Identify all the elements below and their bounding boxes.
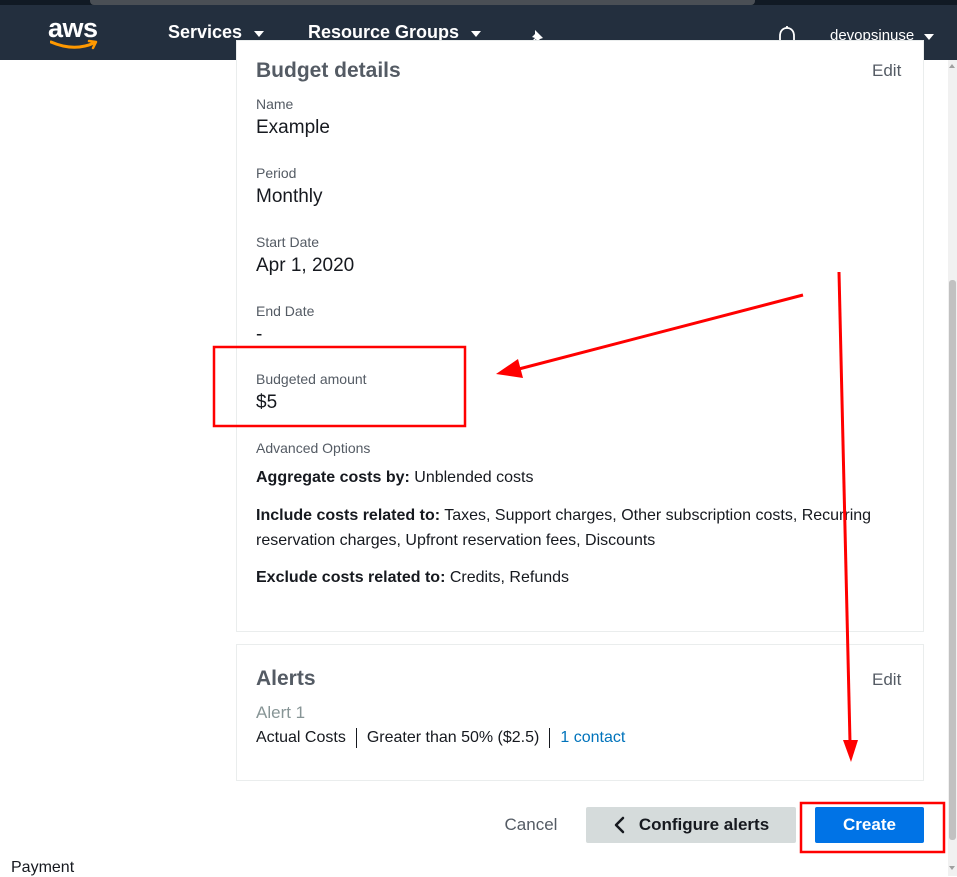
- aws-logo[interactable]: aws: [48, 14, 102, 52]
- include-costs-line: Include costs related to: Taxes, Support…: [256, 503, 916, 553]
- alerts-title: Alerts: [256, 667, 316, 690]
- aggregate-costs-label: Aggregate costs by:: [256, 469, 410, 486]
- include-costs-label: Include costs related to:: [256, 507, 441, 524]
- divider: [549, 728, 551, 748]
- scroll-up-icon[interactable]: [949, 64, 955, 68]
- alert-contacts-link[interactable]: 1 contact: [560, 729, 625, 747]
- budget-details-title: Budget details: [256, 59, 401, 82]
- alert-name: Alert 1: [256, 703, 306, 722]
- scroll-down-icon[interactable]: [949, 866, 955, 870]
- exclude-costs-label: Exclude costs related to:: [256, 569, 446, 586]
- aws-smile-icon: [50, 39, 98, 50]
- budgeted-amount-value: $5: [256, 392, 278, 413]
- advanced-options-label: Advanced Options: [256, 440, 371, 456]
- alerts-panel: Alerts Edit Alert 1 Actual Costs Greater…: [236, 644, 924, 781]
- chevron-down-icon: [471, 31, 482, 37]
- start-date-value: Apr 1, 2020: [256, 255, 355, 276]
- alert-threshold: Greater than 50% ($2.5): [366, 729, 540, 746]
- alerts-edit-link[interactable]: Edit: [872, 670, 901, 690]
- chevron-down-icon: [254, 31, 265, 37]
- page-scrollbar[interactable]: [948, 60, 957, 876]
- name-label: Name: [256, 96, 294, 112]
- services-label: Services: [168, 22, 243, 42]
- divider: [355, 728, 357, 748]
- alert-cost-type: Actual Costs: [256, 729, 346, 746]
- configure-alerts-label: Configure alerts: [638, 815, 770, 834]
- exclude-costs-line: Exclude costs related to: Credits, Refun…: [256, 565, 916, 590]
- aggregate-costs-value: Unblended costs: [414, 469, 534, 486]
- alert-summary-row: Actual Costs Greater than 50% ($2.5) 1 c…: [256, 728, 625, 748]
- period-label: Period: [256, 165, 297, 181]
- period-value: Monthly: [256, 186, 323, 207]
- scrollbar-thumb[interactable]: [949, 280, 956, 840]
- chevron-left-icon: [614, 816, 625, 834]
- sidebar-item-payment[interactable]: Payment: [11, 859, 74, 877]
- cancel-button[interactable]: Cancel: [488, 807, 574, 843]
- exclude-costs-value: Credits, Refunds: [449, 569, 570, 586]
- aws-logo-text: aws: [48, 13, 98, 43]
- end-date-label: End Date: [256, 303, 315, 319]
- end-date-value: -: [256, 324, 263, 345]
- configure-alerts-button[interactable]: Configure alerts: [586, 807, 796, 843]
- create-button[interactable]: Create: [815, 807, 924, 843]
- budget-details-panel: Budget details Edit Name Example Period …: [236, 40, 924, 632]
- aggregate-costs-line: Aggregate costs by: Unblended costs: [256, 465, 916, 490]
- browser-address-strip: [90, 0, 755, 5]
- name-value: Example: [256, 117, 330, 138]
- chevron-down-icon: [924, 33, 935, 40]
- start-date-label: Start Date: [256, 234, 320, 250]
- budgeted-amount-label: Budgeted amount: [256, 371, 367, 387]
- budget-details-edit-link[interactable]: Edit: [872, 61, 901, 81]
